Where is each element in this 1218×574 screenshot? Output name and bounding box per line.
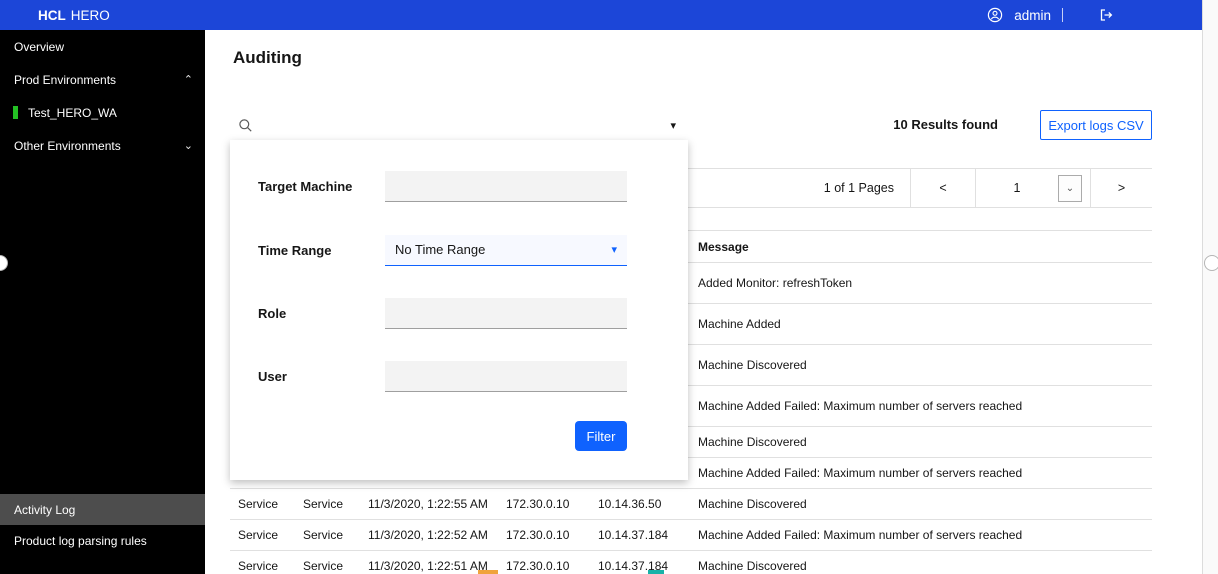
chevron-up-icon: ⌃ [183,74,193,86]
filter-field-user: User [258,360,627,392]
filter-search-bar: ▾ [230,110,688,141]
table-row: Service Service 11/3/2020, 1:22:52 AM 172.3… [230,519,1152,551]
table-cell: 10.14.37.184 [590,519,690,551]
table-cell: Machine Added Failed: Maximum number of … [690,519,1152,551]
table-cell: 11/3/2020, 1:22:52 AM [360,519,498,551]
sidebar-item-overview[interactable]: Overview [0,30,205,63]
pagination-next-button[interactable]: > [1090,169,1152,207]
results-count: 10 Results found [893,117,998,132]
table-cell: Machine Discovered [690,550,1152,574]
vertical-scrollbar-track[interactable] [1202,0,1218,574]
table-cell: 10.14.36.50 [590,488,690,520]
table-cell: Machine Discovered [690,344,1152,386]
main-content: Auditing 10 Results found Export logs CS… [205,30,1202,574]
page-select-dropdown-icon[interactable]: ⌄ [1058,174,1082,202]
table-row: Service Service 11/3/2020, 1:22:51 AM 172.3… [230,550,1152,574]
app-window: HCL HERO admin Overview Prod Environment… [0,0,1218,574]
filter-field-target-machine: Target Machine [258,170,627,202]
pagination-pages-label: 1 of 1 Pages [823,181,894,195]
table-cell: Machine Added Failed: Maximum number of … [690,385,1152,427]
table-cell: Machine Added Failed: Maximum number of … [690,457,1152,489]
table-cell: Machine Discovered [690,488,1152,520]
table-cell: Service [295,488,360,520]
chevron-down-icon: ⌄ [183,140,193,152]
table-cell: 172.30.0.10 [498,519,590,551]
search-icon [238,118,253,133]
field-label: Role [258,305,287,321]
sidebar-item-label: Test_HERO_WA [28,105,117,120]
table-cell: 172.30.0.10 [498,488,590,520]
table-cell: 10.14.37.184 [590,550,690,574]
time-range-select[interactable]: No Time Range ▾ [385,234,627,266]
sidebar-item-test-hero-wa[interactable]: Test_HERO_WA [0,96,205,129]
field-label: User [258,368,287,384]
field-label: Target Machine [258,178,353,194]
table-cell: Machine Added [690,303,1152,345]
filter-field-role: Role [258,297,627,329]
filter-panel: Target Machine Time Range No Time Range … [230,140,688,480]
chevron-down-icon: ▾ [611,244,617,256]
export-logs-csv-button[interactable]: Export logs CSV [1040,110,1152,140]
table-cell: Machine Discovered [690,426,1152,458]
topbar: HCL HERO admin [0,0,1202,30]
table-row: Service Service 11/3/2020, 1:22:55 AM 172.3… [230,488,1152,520]
filter-submit-button[interactable]: Filter [575,421,627,451]
sidebar-item-label: Other Environments [14,138,121,153]
role-input[interactable] [385,297,627,329]
logout-icon[interactable] [1098,7,1114,23]
filter-search-input[interactable] [253,110,671,140]
user-icon[interactable] [987,7,1003,23]
sidebar-footer: Activity Log Product log parsing rules [0,494,205,556]
table-header-message: Message [690,230,1152,263]
sidebar-item-product-log-parsing-rules[interactable]: Product log parsing rules [0,525,205,556]
table-cell: Added Monitor: refreshToken [690,262,1152,304]
user-input[interactable] [385,360,627,392]
time-range-value: No Time Range [395,242,486,257]
sidebar-item-label: Product log parsing rules [14,533,147,548]
right-scroll-handle[interactable] [1204,255,1218,271]
sidebar-item-label: Prod Environments [14,72,117,87]
table-cell: 11/3/2020, 1:22:55 AM [360,488,498,520]
filter-field-time-range: Time Range No Time Range ▾ [258,234,627,266]
username[interactable]: admin [1014,8,1051,23]
target-machine-input[interactable] [385,170,627,202]
sidebar-item-label: Activity Log [14,502,76,517]
table-cell: Service [295,550,360,574]
sidebar-item-other-environments[interactable]: Other Environments ⌄ [0,129,205,162]
table-cell: Service [230,519,295,551]
brand-primary: HCL [38,7,66,23]
table-cell: Service [230,488,295,520]
brand-logo: HCL HERO [38,0,110,30]
brand-secondary: HERO [70,7,110,23]
table-cell: 172.30.0.10 [498,550,590,574]
topbar-separator [1062,8,1063,22]
status-green-indicator [13,106,18,119]
topbar-user-area: admin [987,0,1114,30]
sidebar-item-label: Overview [14,39,65,54]
table-cell: Service [230,550,295,574]
sidebar-item-activity-log[interactable]: Activity Log [0,494,205,525]
sidebar-item-prod-environments[interactable]: Prod Environments ⌃ [0,63,205,96]
table-cell: Service [295,519,360,551]
field-label: Time Range [258,242,332,258]
sidebar: Overview Prod Environments ⌃ Test_HERO_W… [0,30,205,574]
pagination-prev-button[interactable]: < [910,169,975,207]
table-cell: 11/3/2020, 1:22:51 AM [360,550,498,574]
pagination-page-select[interactable]: 1 ⌄ [975,169,1090,207]
pagination-current-page: 1 [1013,181,1021,195]
page-title: Auditing [233,48,302,67]
filter-dropdown-caret-icon[interactable]: ▾ [670,119,676,132]
